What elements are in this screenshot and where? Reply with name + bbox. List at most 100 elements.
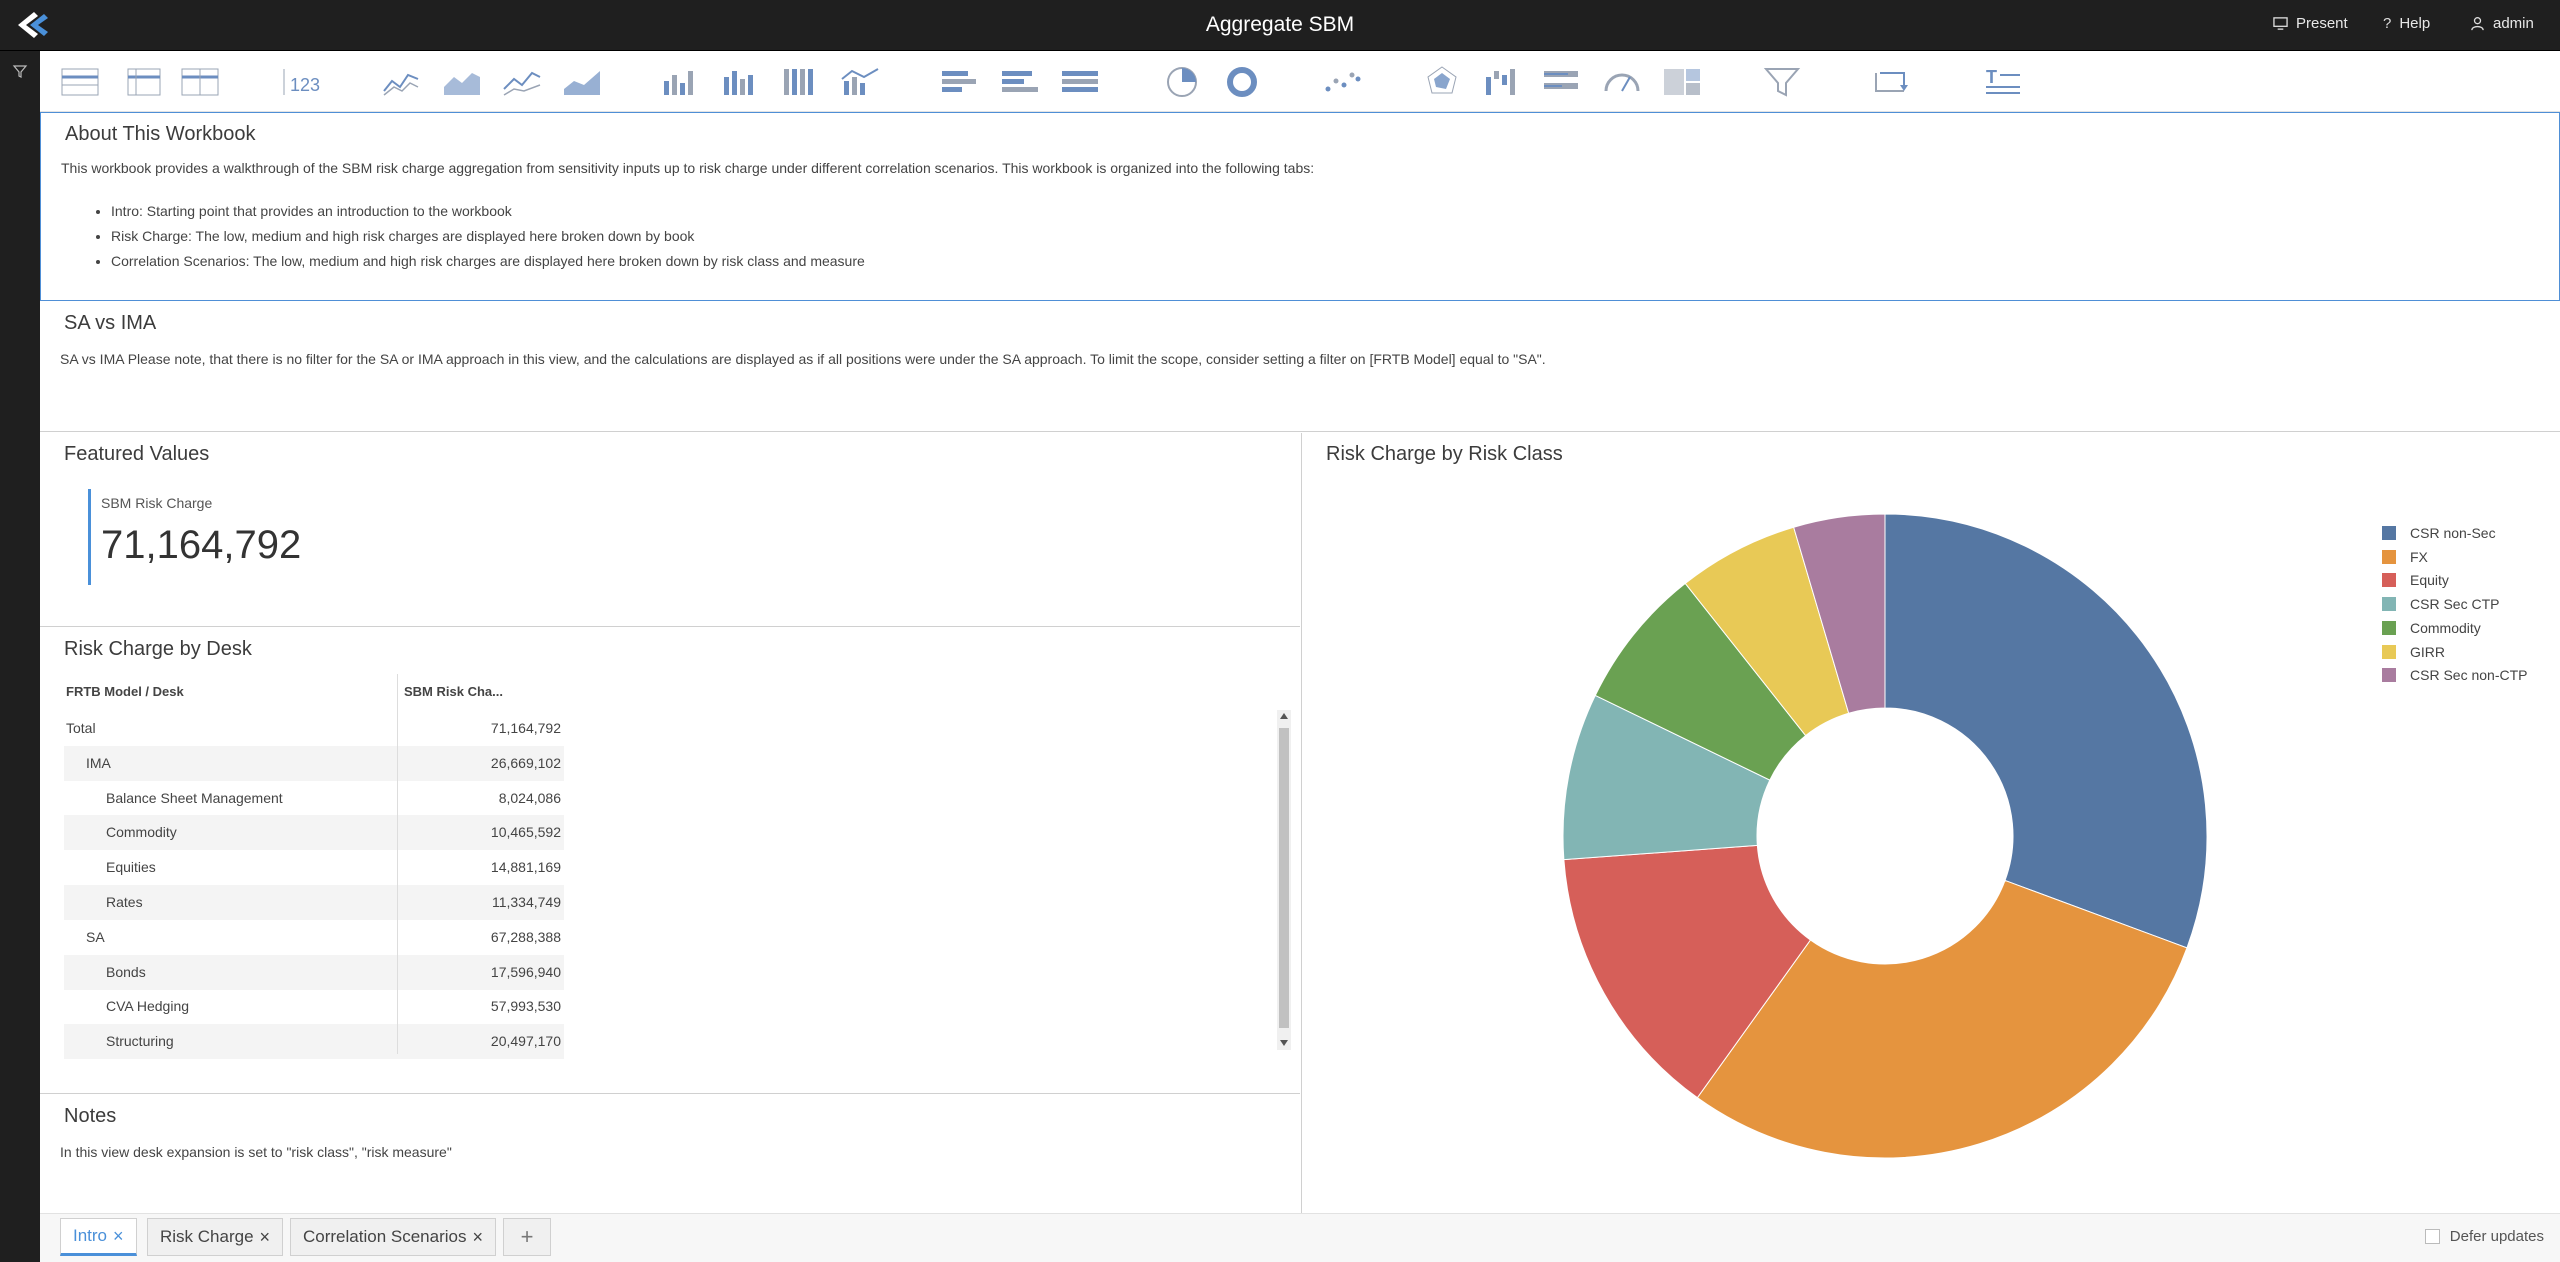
scatter-icon[interactable] <box>1320 61 1364 101</box>
app-logo-icon[interactable] <box>16 10 50 40</box>
filter-icon[interactable] <box>12 63 28 79</box>
tab-risk-charge[interactable]: Risk Charge × <box>147 1218 284 1256</box>
table-row[interactable]: Structuring 20,497,170 <box>64 1024 564 1060</box>
close-tab-icon[interactable]: × <box>260 1227 271 1248</box>
svg-text:123: 123 <box>290 75 320 95</box>
close-tab-icon[interactable]: × <box>472 1227 483 1248</box>
stacked-bar-icon[interactable] <box>998 61 1042 101</box>
tab-correlation-scenarios[interactable]: Correlation Scenarios × <box>290 1218 496 1256</box>
table-row[interactable]: Commodity 10,465,592 <box>64 815 564 851</box>
risk-charge-by-risk-class-panel[interactable]: Risk Charge by Risk Class <box>1301 433 2560 1213</box>
row-label: Bonds <box>106 963 146 980</box>
stacked-line-icon[interactable] <box>500 61 544 101</box>
add-page-button[interactable]: + <box>503 1218 551 1256</box>
legend-item[interactable]: CSR Sec non-CTP <box>2382 665 2527 685</box>
column-header-model-desk[interactable]: FRTB Model / Desk <box>66 674 184 710</box>
row-label: SA <box>86 928 105 945</box>
text-editor-icon[interactable]: T <box>1980 61 2024 101</box>
notes-panel[interactable]: Notes In this view desk expansion is set… <box>40 1095 1300 1213</box>
stacked-column-icon[interactable] <box>718 61 762 101</box>
pie-chart-icon[interactable] <box>1160 61 1204 101</box>
about-panel[interactable]: About This Workbook This workbook provid… <box>40 112 2560 301</box>
kpi-icon[interactable]: 123 <box>280 61 324 101</box>
top-bar: Aggregate SBM Present ? Help admin <box>0 0 2560 51</box>
bullet-icon[interactable] <box>1540 61 1584 101</box>
radar-icon[interactable] <box>1420 61 1464 101</box>
legend-swatch <box>2382 597 2396 612</box>
bar-chart-icon[interactable] <box>938 61 982 101</box>
help-button[interactable]: ? Help <box>2383 15 2430 32</box>
scroll-thumb[interactable] <box>1279 728 1289 1028</box>
page-tab-bar: Intro × Risk Charge × Correlation Scenarios ×… <box>40 1213 2560 1262</box>
tabular-icon[interactable] <box>178 61 222 101</box>
legend-item[interactable]: FX <box>2382 547 2428 567</box>
full-bar-icon[interactable] <box>1058 61 1102 101</box>
line-chart-icon[interactable] <box>380 61 424 101</box>
legend-item[interactable]: Commodity <box>2382 618 2481 638</box>
table-icon[interactable] <box>58 61 102 101</box>
user-menu[interactable]: admin <box>2470 15 2534 32</box>
legend-label: CSR Sec non-CTP <box>2410 667 2528 684</box>
close-tab-icon[interactable]: × <box>113 1226 124 1247</box>
donut-chart-icon[interactable] <box>1220 61 1264 101</box>
sa-vs-ima-title: SA vs IMA <box>64 312 157 334</box>
sa-vs-ima-panel[interactable]: SA vs IMA SA vs IMA Please note, that th… <box>40 302 2560 432</box>
defer-checkbox[interactable] <box>2424 1229 2440 1244</box>
row-label: Total <box>66 720 96 736</box>
defer-updates-toggle[interactable]: Defer updates <box>2424 1228 2544 1245</box>
row-label: CVA Hedging <box>106 998 190 1015</box>
legend-item[interactable]: CSR non-Sec <box>2382 523 2496 543</box>
waterfall-icon[interactable] <box>1480 61 1524 101</box>
donut-chart <box>1562 513 2208 1159</box>
present-button[interactable]: Present <box>2273 15 2348 32</box>
present-label: Present <box>2296 15 2348 32</box>
legend-swatch <box>2382 549 2396 564</box>
combo-chart-icon[interactable] <box>838 61 882 101</box>
pivot-table-icon[interactable] <box>120 61 164 101</box>
featured-values-panel[interactable]: Featured Values SBM Risk Charge 71,164,7… <box>40 433 1300 627</box>
gauge-icon[interactable] <box>1600 61 1644 101</box>
kpi-card[interactable]: SBM Risk Charge 71,164,792 <box>88 489 301 585</box>
legend-label: Equity <box>2410 572 2449 589</box>
donut-slice-csr-non-sec[interactable] <box>1884 513 2208 949</box>
table-row[interactable]: SA 67,288,388 <box>64 920 564 955</box>
table-row[interactable]: Rates 11,334,749 <box>64 885 564 920</box>
risk-charge-by-desk-panel[interactable]: Risk Charge by Desk FRTB Model / Desk SB… <box>40 628 1300 1094</box>
scroll-down-icon[interactable] <box>1280 1040 1288 1046</box>
tab-intro[interactable]: Intro × <box>60 1218 137 1256</box>
notes-text: In this view desk expansion is set to "r… <box>60 1144 452 1160</box>
legend-item[interactable]: Equity <box>2382 570 2449 590</box>
legend-item[interactable]: GIRR <box>2382 642 2445 662</box>
column-divider[interactable] <box>397 674 398 1054</box>
full-column-icon[interactable] <box>778 61 822 101</box>
legend-swatch <box>2382 573 2396 588</box>
drilldown-icon[interactable] <box>1870 61 1914 101</box>
row-value: 71,164,792 <box>490 720 561 736</box>
tab-label: Intro <box>73 1226 108 1245</box>
kpi-label: SBM Risk Charge <box>101 495 213 511</box>
filter-icon[interactable] <box>1760 61 1804 101</box>
table-row[interactable]: Total 71,164,792 <box>64 711 564 746</box>
tab-label: Correlation Scenarios <box>303 1227 467 1246</box>
desk-scrollbar[interactable] <box>1277 710 1291 1050</box>
table-row[interactable]: CVA Hedging 57,993,530 <box>64 989 564 1024</box>
column-chart-icon[interactable] <box>658 61 702 101</box>
table-row[interactable]: Bonds 17,596,940 <box>64 954 564 990</box>
table-row[interactable]: Balance Sheet Management 8,024,086 <box>64 781 564 816</box>
column-header-risk-charge[interactable]: SBM Risk Cha... <box>404 674 503 710</box>
stacked-area-icon[interactable] <box>560 61 604 101</box>
treemap-icon[interactable] <box>1660 61 1704 101</box>
table-row[interactable]: Equities 14,881,169 <box>64 850 564 885</box>
scroll-up-icon[interactable] <box>1280 713 1288 719</box>
row-value: 11,334,749 <box>491 894 561 910</box>
svg-text:T: T <box>1986 67 1997 87</box>
widget-toolbar: 123 T <box>40 51 2560 112</box>
kpi-value: 71,164,792 <box>101 523 302 567</box>
row-value: 57,993,530 <box>490 998 561 1015</box>
table-row[interactable]: IMA 26,669,102 <box>64 745 564 781</box>
desk-title: Risk Charge by Desk <box>64 638 252 660</box>
help-label: Help <box>2399 15 2431 32</box>
about-bullet: Intro: Starting point that provides an i… <box>111 203 865 219</box>
area-chart-icon[interactable] <box>440 61 484 101</box>
legend-item[interactable]: CSR Sec CTP <box>2382 594 2499 614</box>
